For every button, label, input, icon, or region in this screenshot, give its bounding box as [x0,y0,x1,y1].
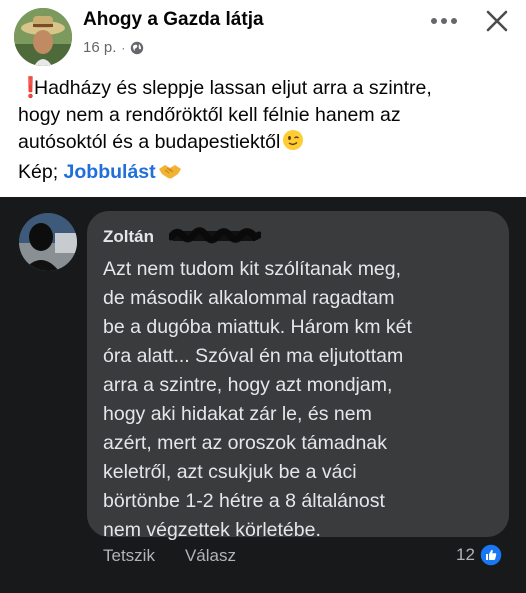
post-meta: 16 p. · [83,39,144,56]
more-dots-icon [431,18,457,24]
more-options-button[interactable] [424,6,464,36]
like-thumb-icon [479,543,503,567]
commenter-avatar[interactable] [19,213,77,271]
page-avatar[interactable] [14,8,72,66]
close-icon [486,10,508,32]
reaction-summary[interactable]: 12 [456,543,503,567]
comment-section: Zoltán Azt nem tudom kit szólítanak meg,… [0,197,526,593]
commenter-avatar-photo [19,213,77,271]
like-comment-button[interactable]: Tetszik [103,546,155,566]
comment-bubble: Zoltán Azt nem tudom kit szólítanak meg,… [87,211,509,541]
post-header: Ahogy a Gazda látja 16 p. · [0,0,526,68]
post-caption: Kép; Jobbulást [18,159,518,189]
avatar-photo [14,8,72,66]
post-text-line: Hadházy és sleppje lassan eljut arra a s… [34,77,432,99]
comment-text-line: azért, mert az oroszok támadnak [103,432,387,454]
post-line-1: ❗Hadházy és sleppje lassan eljut arra a … [18,75,518,102]
exclamation-icon: ❗ [18,77,43,99]
comment-text-line: arra a szintre, hogy azt mondjam, [103,374,393,396]
post-time[interactable]: 16 p. [83,39,116,56]
caption-prefix: Kép; [18,161,59,183]
comment-text-line: óra alatt... Szóval én ma eljutottam [103,345,404,367]
comment-text-line: keletről, azt csukjuk be a váci [103,461,357,483]
close-button[interactable] [480,4,514,38]
post-text: ❗Hadházy és sleppje lassan eljut arra a … [18,75,518,189]
post-author-name[interactable]: Ahogy a Gazda látja [83,9,264,31]
reply-comment-button[interactable]: Válasz [185,546,236,566]
post-text-line: autósoktól és a budapestiektől [18,131,281,153]
comment-text-line: nem végzettek körletébe. [103,519,321,541]
commenter-name[interactable]: Zoltán [103,227,154,247]
winking-face-emoji [282,129,304,159]
comment-text: Azt nem tudom kit szólítanak meg, de más… [103,255,503,545]
comment-text-line: hogy aki hidakat zár le, és nem [103,403,372,425]
redacted-surname [167,225,263,247]
reaction-count: 12 [456,545,475,564]
comment-text-line: de második alkalommal ragadtam [103,287,395,309]
caption-link[interactable]: Jobbulást [64,161,156,183]
comment-text-line: Azt nem tudom kit szólítanak meg, [103,258,402,280]
handshake-emoji [158,161,182,189]
post-line-3: autósoktól és a budapestiektől [18,129,518,159]
post-text-line: hogy nem a rendőröktől kell félnie hanem… [18,104,401,126]
comment-text-line: be a dugóba miattuk. Három km két [103,316,412,338]
comment-text-line: börtönbe 1-2 hétre a 8 általánost [103,490,385,512]
meta-separator: · [121,40,126,55]
comment-actions: Tetszik Válasz [103,546,236,566]
globe-icon[interactable] [130,41,144,55]
